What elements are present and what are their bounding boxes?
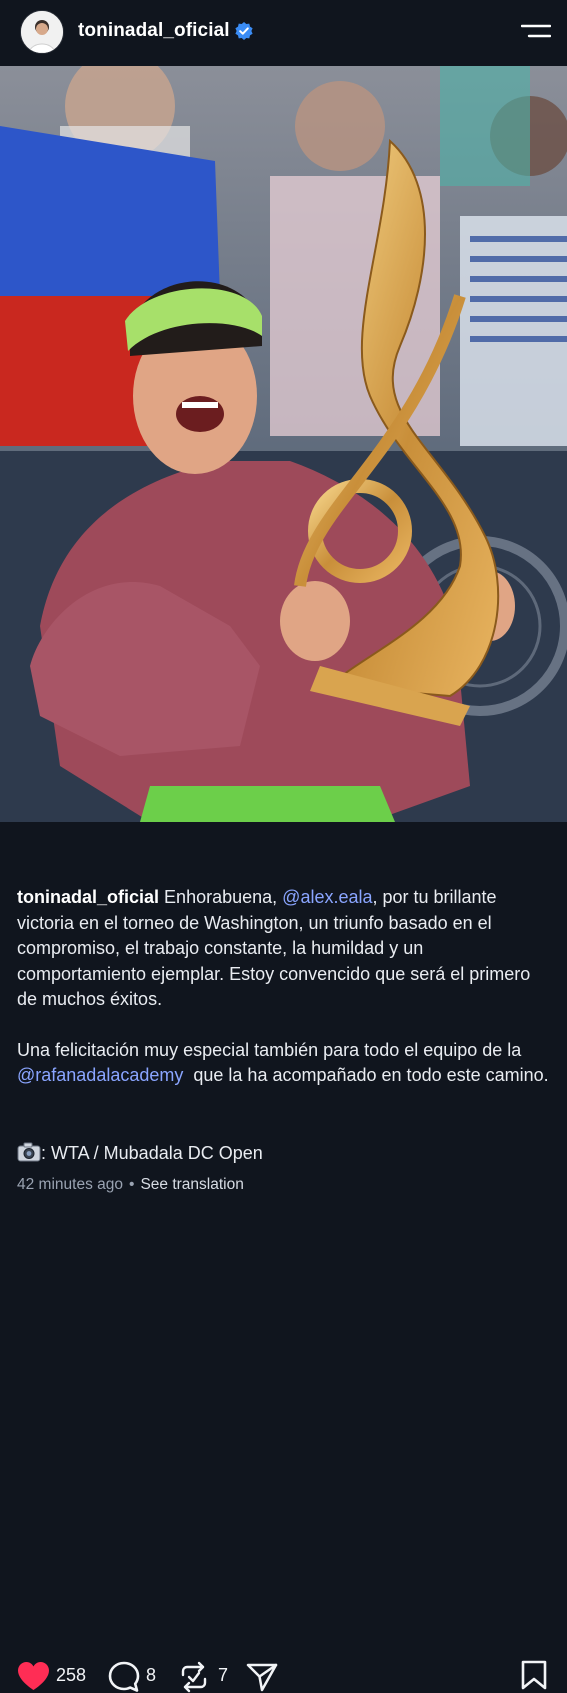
- see-translation-link[interactable]: See translation: [140, 1176, 243, 1193]
- share-send-icon[interactable]: [246, 1662, 278, 1692]
- like-count: 258: [56, 1665, 87, 1685]
- caption-paragraph-2: Una felicitación muy especial también pa…: [17, 1038, 549, 1089]
- repost-icon[interactable]: [179, 1661, 209, 1693]
- camera-icon: [17, 1142, 41, 1162]
- photo-credit: : WTA / Mubadala DC Open: [17, 1142, 263, 1164]
- mention-link[interactable]: @rafanadalacademy: [17, 1065, 183, 1085]
- photo-credit-text: : WTA / Mubadala DC Open: [41, 1143, 263, 1163]
- caption-paragraph-1: toninadal_oficial Enhorabuena, @alex.eal…: [17, 885, 549, 1013]
- caption-username[interactable]: toninadal_oficial: [17, 887, 159, 907]
- repost-count: 7: [218, 1665, 229, 1685]
- bookmark-icon[interactable]: [521, 1660, 547, 1690]
- caption-text: Una felicitación muy especial también pa…: [17, 1039, 522, 1060]
- mention-link[interactable]: @alex.eala: [282, 887, 372, 907]
- like-heart-icon[interactable]: [17, 1661, 50, 1691]
- username[interactable]: toninadal_oficial: [78, 20, 230, 42]
- post-meta: 42 minutes ago • See translation: [17, 1176, 244, 1194]
- caption-text: que la ha acompañado en todo este camino…: [188, 1065, 549, 1085]
- timestamp: 42 minutes ago: [17, 1176, 123, 1193]
- separator-dot: •: [129, 1176, 135, 1193]
- caption-text: Enhorabuena,: [164, 887, 278, 907]
- post-photo[interactable]: [0, 66, 567, 822]
- menu-icon[interactable]: [521, 22, 551, 42]
- avatar[interactable]: [20, 10, 64, 54]
- verified-badge-icon: [235, 22, 253, 40]
- comment-icon[interactable]: [108, 1661, 140, 1693]
- action-bar: 258 8 7: [0, 822, 567, 1693]
- comment-count: 8: [146, 1665, 157, 1685]
- post-header: toninadal_oficial: [0, 0, 567, 66]
- post-caption: toninadal_oficial Enhorabuena, @alex.eal…: [17, 885, 549, 1089]
